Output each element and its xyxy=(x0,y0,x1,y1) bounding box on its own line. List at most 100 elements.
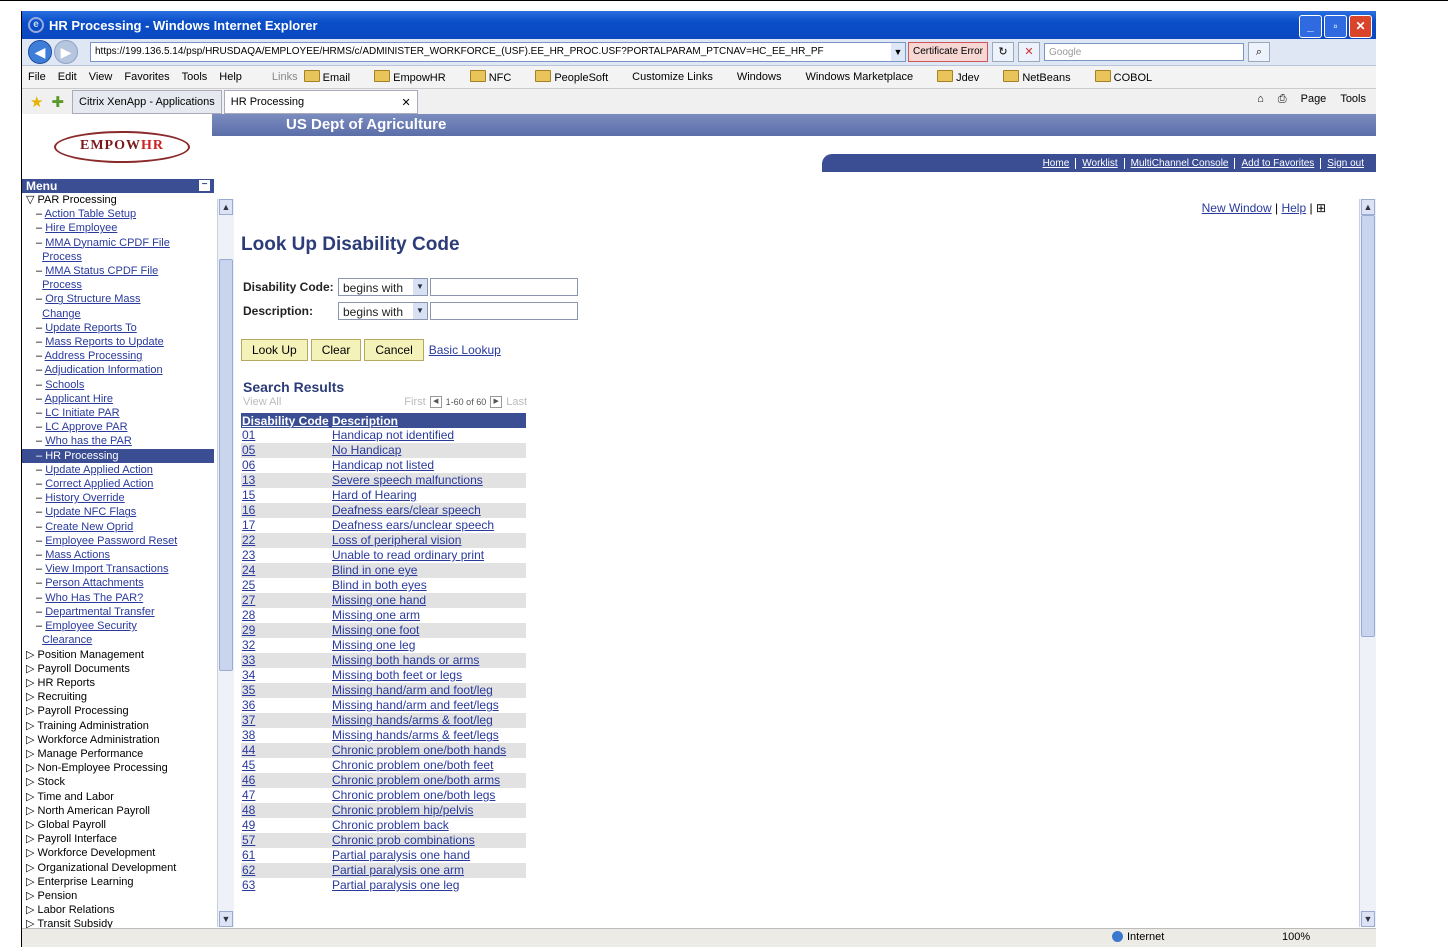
menu-group[interactable]: ▷ Training Administration xyxy=(22,719,214,733)
first-link[interactable]: First xyxy=(404,396,425,408)
description-link[interactable]: Blind in one eye xyxy=(332,563,417,577)
menu-item[interactable]: – Mass Actions xyxy=(22,548,214,562)
menu-group[interactable]: ▷ Time and Labor xyxy=(22,790,214,804)
menu-item[interactable]: – Correct Applied Action xyxy=(22,477,214,491)
menu-item[interactable]: – Schools xyxy=(22,378,214,392)
close-tab-icon[interactable]: ✕ xyxy=(402,96,411,109)
menu-item[interactable]: – Org Structure Mass xyxy=(22,292,214,306)
description-link[interactable]: Chronic prob combinations xyxy=(332,833,475,847)
link-jdev[interactable]: Jdev xyxy=(937,70,991,84)
description-link[interactable]: Blind in both eyes xyxy=(332,578,427,592)
description-link[interactable]: Missing hand/arm and feet/legs xyxy=(332,698,499,712)
code-link[interactable]: 36 xyxy=(242,698,255,712)
menu-item-current[interactable]: – HR Processing xyxy=(22,448,214,463)
code-link[interactable]: 15 xyxy=(242,488,255,502)
lookup-button[interactable]: Look Up xyxy=(241,339,308,361)
code-link[interactable]: 27 xyxy=(242,593,255,607)
menu-item[interactable]: – Mass Reports to Update xyxy=(22,335,214,349)
menu-group[interactable]: ▷ Enterprise Learning xyxy=(22,875,214,889)
menu-edit[interactable]: Edit xyxy=(58,71,77,83)
code-link[interactable]: 45 xyxy=(242,758,255,772)
menu-group[interactable]: ▷ Organizational Development xyxy=(22,861,214,875)
cancel-button[interactable]: Cancel xyxy=(364,339,424,361)
scroll-thumb[interactable] xyxy=(219,259,233,671)
menu-group[interactable]: ▷ Payroll Documents xyxy=(22,662,214,676)
code-link[interactable]: 38 xyxy=(242,728,255,742)
description-link[interactable]: Missing both hands or arms xyxy=(332,653,479,667)
link-windows-marketplace[interactable]: Windows Marketplace xyxy=(805,71,925,83)
url-field[interactable]: https://199.136.5.14/psp/HRUSDAQA/EMPLOY… xyxy=(90,42,906,62)
menu-tools[interactable]: Tools xyxy=(182,71,208,83)
prev-page-icon[interactable]: ◀ xyxy=(429,396,442,408)
add-favorites-link[interactable]: Add to Favorites xyxy=(1234,157,1320,169)
description-link[interactable]: Chronic problem one/both arms xyxy=(332,773,500,787)
menu-item[interactable]: – Who has the PAR xyxy=(22,434,214,448)
col-disability-code[interactable]: Disability Code xyxy=(241,413,331,428)
menu-item[interactable]: – Applicant Hire xyxy=(22,392,214,406)
code-link[interactable]: 05 xyxy=(242,443,255,457)
description-link[interactable]: Unable to read ordinary print xyxy=(332,548,484,562)
home-link[interactable]: Home xyxy=(1037,158,1076,169)
menu-help[interactable]: Help xyxy=(219,71,242,83)
description-link[interactable]: Missing one foot xyxy=(332,623,419,637)
menu-item[interactable]: – Employee Password Reset xyxy=(22,534,214,548)
search-icon[interactable]: ⌕ xyxy=(1248,42,1271,62)
code-link[interactable]: 48 xyxy=(242,803,255,817)
description-link[interactable]: Handicap not identified xyxy=(332,428,454,442)
new-window-link[interactable]: New Window xyxy=(1202,201,1272,215)
add-favorites-icon[interactable]: ✚ xyxy=(51,93,64,111)
scroll-up-icon[interactable]: ▲ xyxy=(1361,199,1375,215)
code-link[interactable]: 63 xyxy=(242,878,255,892)
menu-item[interactable]: – Who Has The PAR? xyxy=(22,591,214,605)
menu-item[interactable]: – Adjudication Information xyxy=(22,363,214,377)
scroll-up-icon[interactable]: ▲ xyxy=(219,199,233,215)
description-link[interactable]: Chronic problem one/both hands xyxy=(332,743,506,757)
code-link[interactable]: 35 xyxy=(242,683,255,697)
print-icon[interactable]: ⎙ xyxy=(1278,93,1287,106)
code-link[interactable]: 46 xyxy=(242,773,255,787)
menu-group[interactable]: ▷ Recruiting xyxy=(22,690,214,704)
disability-code-input[interactable] xyxy=(430,278,578,296)
description-link[interactable]: Missing hands/arms & foot/leg xyxy=(332,713,493,727)
zoom-level[interactable]: 100% xyxy=(1282,931,1310,943)
menu-group[interactable]: ▷ Position Management xyxy=(22,648,214,662)
forward-button[interactable]: ▶ xyxy=(54,40,78,64)
menu-item[interactable]: – Person Attachments xyxy=(22,576,214,590)
description-link[interactable]: Chronic problem one/both legs xyxy=(332,788,495,802)
help-link[interactable]: Help xyxy=(1281,201,1306,215)
close-button[interactable]: ✕ xyxy=(1349,15,1372,38)
code-link[interactable]: 01 xyxy=(242,428,255,442)
menu-item[interactable]: Process xyxy=(22,250,214,264)
url-dropdown-icon[interactable]: ▼ xyxy=(891,43,905,61)
menu-group[interactable]: ▷ Workforce Administration xyxy=(22,733,214,747)
menu-item[interactable]: – Update NFC Flags xyxy=(22,505,214,519)
link-customize[interactable]: Customize Links xyxy=(632,71,725,83)
back-button[interactable]: ◀ xyxy=(28,40,52,64)
link-cobol[interactable]: COBOL xyxy=(1094,70,1165,84)
code-link[interactable]: 22 xyxy=(242,533,255,547)
next-page-icon[interactable]: ▶ xyxy=(490,396,503,408)
menu-group[interactable]: ▷ Payroll Processing xyxy=(22,704,214,718)
menu-item[interactable]: Clearance xyxy=(22,633,214,647)
link-email[interactable]: Email xyxy=(303,70,363,84)
code-link[interactable]: 24 xyxy=(242,563,255,577)
collapse-menu-icon[interactable]: − xyxy=(199,180,210,191)
menu-group[interactable]: ▷ Pension xyxy=(22,889,214,903)
code-link[interactable]: 61 xyxy=(242,848,255,862)
description-link[interactable]: Chronic problem back xyxy=(332,818,449,832)
page-menu[interactable]: Page xyxy=(1301,93,1327,106)
menu-item[interactable]: Process xyxy=(22,278,214,292)
link-peoplesoft[interactable]: PeopleSoft xyxy=(535,70,620,84)
menu-item[interactable]: – Update Applied Action xyxy=(22,463,214,477)
scroll-down-icon[interactable]: ▼ xyxy=(1361,911,1375,927)
description-link[interactable]: Chronic problem one/both feet xyxy=(332,758,493,772)
description-operator[interactable]: begins with ▼ xyxy=(338,302,428,320)
menu-item[interactable]: – Employee Security xyxy=(22,619,214,633)
code-link[interactable]: 44 xyxy=(242,743,255,757)
description-input[interactable] xyxy=(430,302,578,320)
menu-group[interactable]: ▷ Manage Performance xyxy=(22,747,214,761)
menu-group[interactable]: ▷ North American Payroll xyxy=(22,804,214,818)
code-link[interactable]: 29 xyxy=(242,623,255,637)
worklist-link[interactable]: Worklist xyxy=(1075,157,1123,169)
menu-item[interactable]: – Departmental Transfer xyxy=(22,605,214,619)
